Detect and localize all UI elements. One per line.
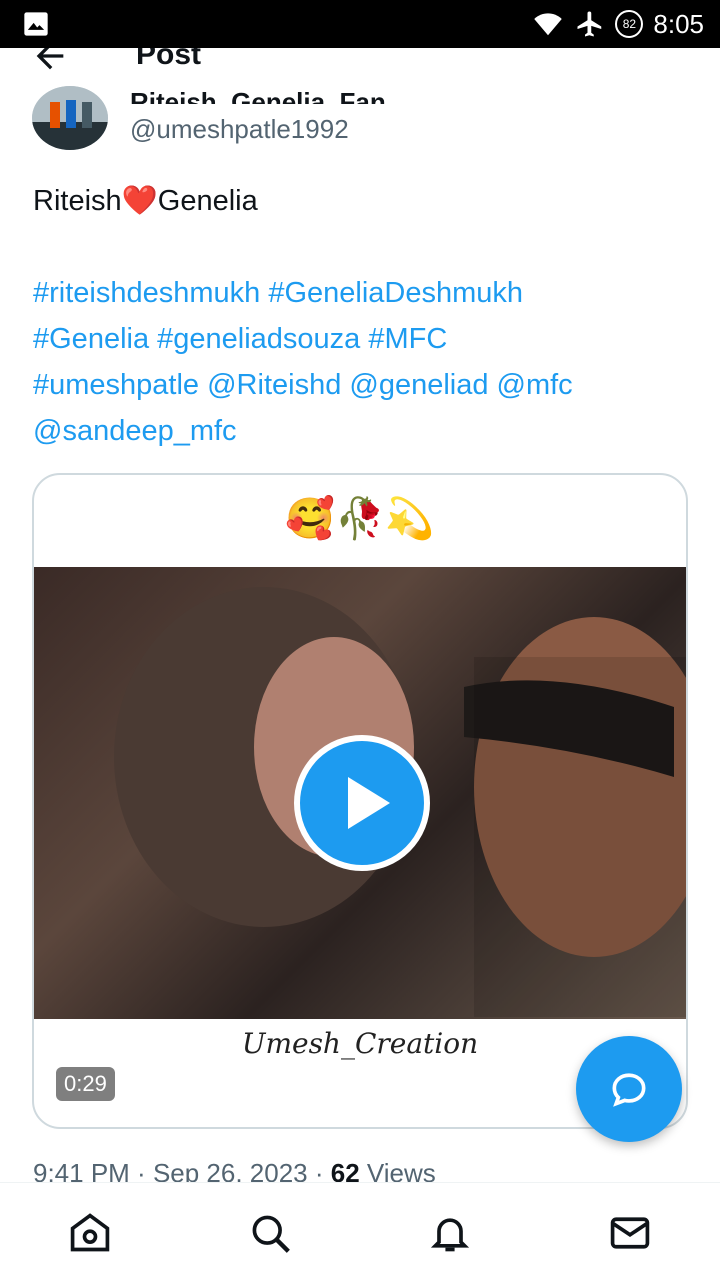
wifi-icon	[534, 13, 563, 36]
home-icon[interactable]	[68, 1211, 112, 1255]
image-icon	[24, 12, 48, 36]
video-duration: 0:29	[56, 1067, 115, 1101]
avatar[interactable]	[32, 86, 108, 150]
hashtags-line-1[interactable]: #riteishdeshmukh #GeneliaDeshmukh	[33, 270, 693, 316]
play-icon	[348, 777, 390, 829]
back-arrow-icon[interactable]	[30, 48, 70, 76]
views-label: Views	[366, 1158, 436, 1184]
tweet-text-genelia: Genelia	[157, 185, 258, 217]
media-emoji-banner: 🥰🥀💫	[285, 495, 435, 542]
tweet-time: 9:41 PM	[33, 1158, 130, 1184]
status-bar: 82 8:05	[0, 0, 720, 48]
author-handle[interactable]: @umeshpatle1992	[130, 114, 349, 145]
author-display-name[interactable]: Riteish_Genelia_Fan	[130, 80, 386, 104]
hashtags-line-3[interactable]: #umeshpatle @Riteishd @geneliad @mfc	[33, 362, 693, 408]
play-button[interactable]	[294, 735, 430, 871]
views-count: 62	[330, 1158, 360, 1184]
tweet-first-line: Riteish❤️Genelia	[33, 178, 693, 224]
reply-fab-button[interactable]	[576, 1036, 682, 1142]
search-icon[interactable]	[248, 1211, 292, 1255]
hashtags-line-2[interactable]: #Genelia #geneliadsouza #MFC	[33, 316, 693, 362]
mention-line-4[interactable]: @sandeep_mfc	[33, 408, 693, 454]
reply-bubble-icon	[612, 1073, 646, 1107]
bottom-navigation	[0, 1182, 720, 1280]
messages-mail-icon[interactable]	[608, 1211, 652, 1255]
tweet-author: Riteish_Genelia_Fan @umeshpatle1992	[0, 78, 720, 158]
tweet-date: Sep 26, 2023	[152, 1158, 308, 1184]
battery-icon: 82	[615, 10, 644, 38]
notifications-bell-icon[interactable]	[428, 1211, 472, 1255]
status-time: 8:05	[653, 8, 704, 39]
tweet-meta: 9:41 PM · Sep 26, 2023 · 62 Views	[33, 1158, 436, 1184]
page-title: Post	[136, 48, 202, 71]
airplane-icon	[577, 11, 602, 37]
tweet-text-riteish: Riteish	[33, 185, 122, 217]
tweet-text: Riteish❤️Genelia #riteishdeshmukh #Genel…	[33, 178, 693, 454]
heart-emoji: ❤️	[121, 185, 158, 217]
video-media[interactable]: 🥰🥀💫 Umesh_Creation 0:29	[32, 473, 688, 1129]
